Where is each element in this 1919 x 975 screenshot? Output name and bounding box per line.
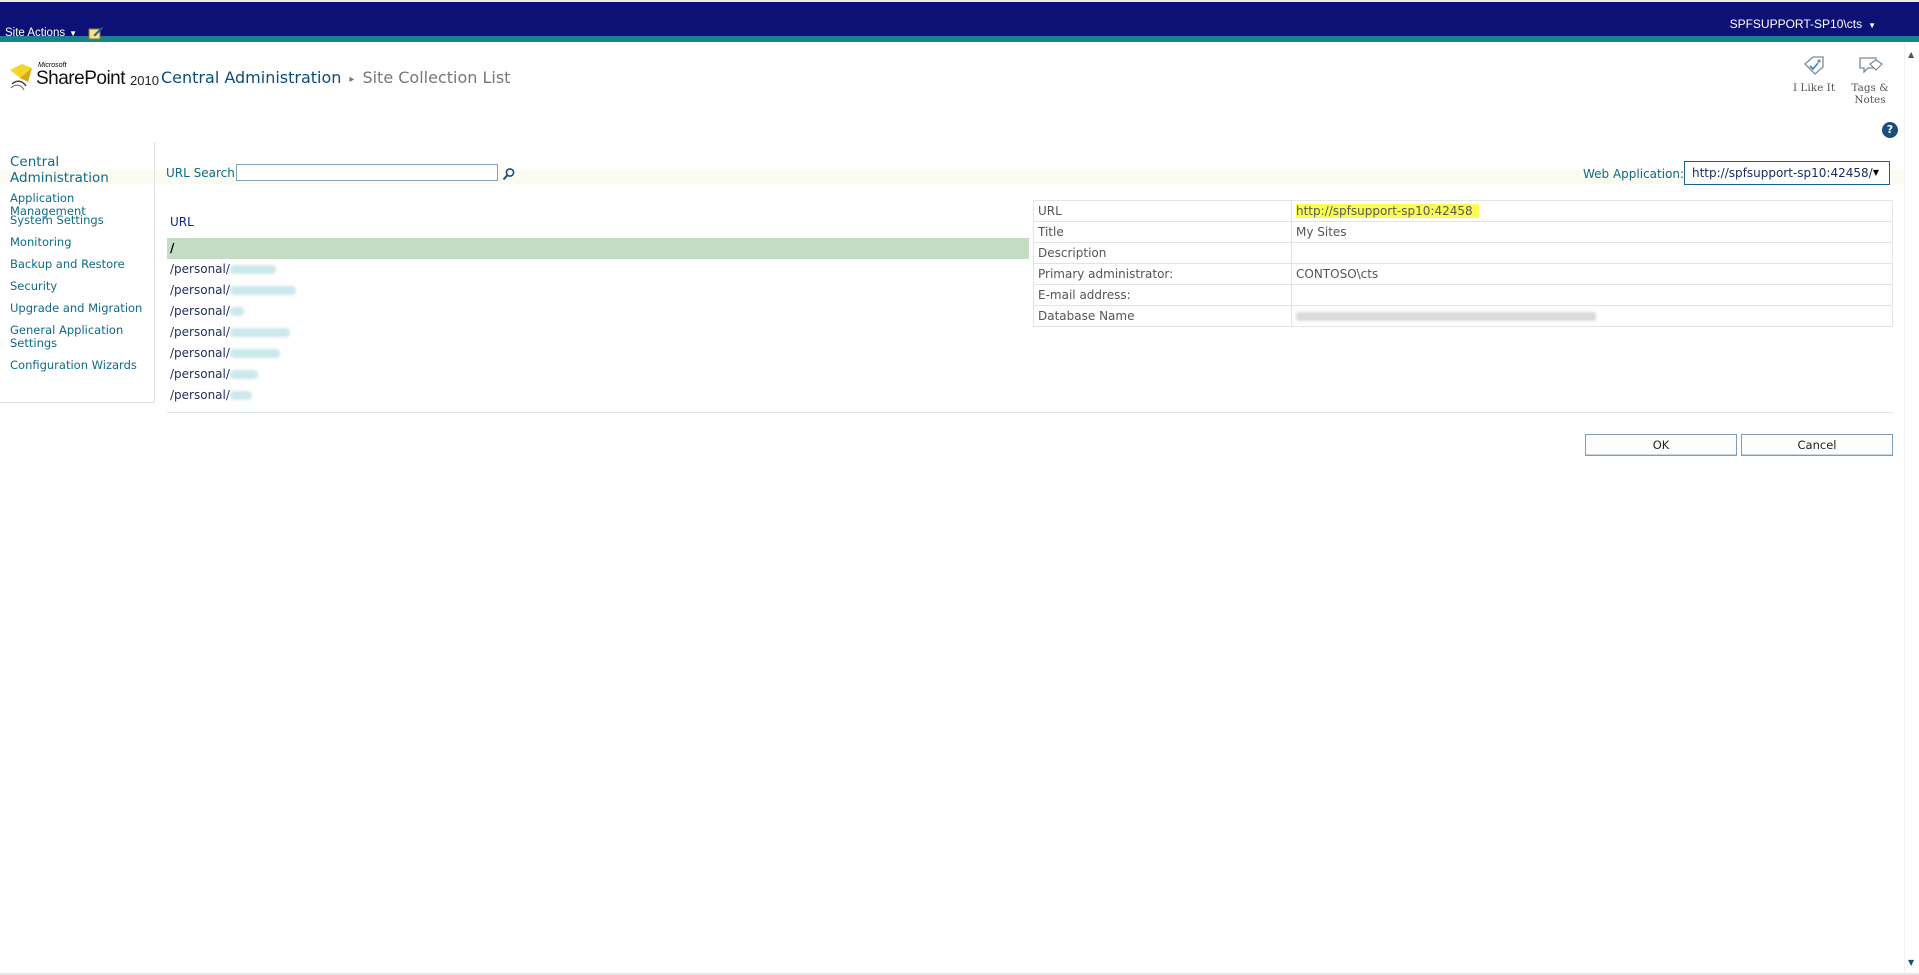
redacted-text xyxy=(229,328,290,337)
table-row: Description xyxy=(1033,242,1893,264)
notes-label: Notes xyxy=(1854,94,1886,106)
table-row: URL http://spfsupport-sp10:42458 xyxy=(1033,200,1893,222)
list-item[interactable]: /personal/ xyxy=(167,301,1029,322)
web-application-label: Web Application: xyxy=(1583,167,1685,181)
site-actions-menu[interactable]: Site Actions ▼ xyxy=(5,27,77,39)
page-title: Site Collection List xyxy=(362,68,511,87)
list-item[interactable]: /personal/ xyxy=(167,385,1029,406)
table-row: E-mail address: xyxy=(1033,284,1893,306)
table-row: Title My Sites xyxy=(1033,221,1893,243)
chevron-down-icon: ▼ xyxy=(1868,21,1876,30)
breadcrumb-separator-icon: ▸ xyxy=(349,74,355,85)
redacted-text xyxy=(1296,312,1596,321)
i-like-it-button[interactable]: I Like It xyxy=(1784,54,1844,94)
property-label: Database Name xyxy=(1033,305,1292,327)
nav-upgrade-and-migration[interactable]: Upgrade and Migration xyxy=(10,302,150,315)
list-item-url: /personal/ xyxy=(170,325,230,339)
tags-notes-button[interactable]: Tags & Notes xyxy=(1840,54,1900,106)
top-bar: Site Actions ▼ SPFSUPPORT-SP10\cts ▼ xyxy=(0,0,1919,42)
site-collection-list: / /personal/ /personal/ /personal/ /pers… xyxy=(167,238,1029,406)
tags-notes-icon xyxy=(1859,57,1883,74)
user-menu[interactable]: SPFSUPPORT-SP10\cts ▼ xyxy=(1730,17,1876,31)
edit-page-icon[interactable] xyxy=(88,26,104,40)
nav-backup-and-restore[interactable]: Backup and Restore xyxy=(10,258,150,271)
scroll-up-icon[interactable]: ▲ xyxy=(1908,50,1914,59)
url-value: http://spfsupport-sp10:42458 xyxy=(1296,204,1479,218)
web-application-select[interactable]: http://spfsupport-sp10:42458/ ▼ xyxy=(1684,161,1890,185)
redacted-text xyxy=(229,265,276,274)
chevron-down-icon: ▼ xyxy=(1872,168,1879,177)
nav-configuration-wizards[interactable]: Configuration Wizards xyxy=(10,359,150,372)
list-item-url: /personal/ xyxy=(170,304,230,318)
nav-central-administration[interactable]: Central Administration xyxy=(10,154,130,186)
list-item[interactable]: /personal/ xyxy=(167,322,1029,343)
nav-head-line1: Central xyxy=(10,154,60,170)
user-name: SPFSUPPORT-SP10\cts xyxy=(1729,17,1863,31)
title-area xyxy=(0,42,1904,184)
breadcrumb: Central Administration ▸ Site Collection L… xyxy=(161,68,510,87)
list-item-url: /personal/ xyxy=(170,388,230,402)
list-item[interactable]: /personal/ xyxy=(167,280,1029,301)
tags-label: Tags & xyxy=(1851,82,1889,94)
url-search-input[interactable] xyxy=(236,164,498,181)
nav-head-line2: Administration xyxy=(10,170,109,186)
tag-icon xyxy=(1804,56,1824,75)
nav-monitoring[interactable]: Monitoring xyxy=(10,236,150,249)
chevron-down-icon: ▼ xyxy=(69,29,78,38)
table-row: Database Name xyxy=(1033,305,1893,327)
property-value xyxy=(1291,242,1893,264)
list-item-url: /personal/ xyxy=(170,283,230,297)
property-label: E-mail address: xyxy=(1033,284,1292,306)
search-icon[interactable] xyxy=(502,167,516,181)
sharepoint-year: 2010 xyxy=(130,73,159,88)
property-value: My Sites xyxy=(1291,221,1893,243)
property-value-database xyxy=(1291,305,1893,327)
list-item[interactable]: /personal/ xyxy=(167,343,1029,364)
list-item-url: / xyxy=(170,241,175,255)
vertical-scrollbar[interactable]: ▲ ▼ xyxy=(1904,42,1919,975)
sharepoint-logo[interactable]: Microsoft SharePoint 2010 xyxy=(8,60,159,96)
site-properties-table: URL http://spfsupport-sp10:42458 Title M… xyxy=(1033,200,1893,327)
property-value: CONTOSO\cts xyxy=(1291,263,1893,285)
property-label: URL xyxy=(1033,200,1292,222)
left-navigation: Central Administration Application Manag… xyxy=(0,142,155,403)
list-item[interactable]: /personal/ xyxy=(167,259,1029,280)
nav-system-settings[interactable]: System Settings xyxy=(10,214,150,227)
redacted-text xyxy=(229,307,244,316)
cancel-button[interactable]: Cancel xyxy=(1741,434,1893,456)
nav-general-line2: Settings xyxy=(10,336,58,350)
redacted-text xyxy=(229,370,258,379)
nav-general-application-settings[interactable]: General Application Settings xyxy=(10,324,150,350)
nav-security[interactable]: Security xyxy=(10,280,150,293)
breadcrumb-root-link[interactable]: Central Administration xyxy=(161,68,341,87)
url-search-label: URL Search xyxy=(166,166,235,180)
list-item-url: /personal/ xyxy=(170,367,230,381)
sharepoint-label: SharePoint xyxy=(36,68,126,89)
list-item-url: /personal/ xyxy=(170,262,230,276)
web-application-value: http://spfsupport-sp10:42458/ xyxy=(1692,166,1873,180)
property-label: Title xyxy=(1033,221,1292,243)
property-label: Primary administrator: xyxy=(1033,263,1292,285)
top-edge xyxy=(0,0,1919,2)
redacted-text xyxy=(229,349,280,358)
url-column-header: URL xyxy=(170,215,194,229)
i-like-it-label: I Like It xyxy=(1792,82,1836,94)
redacted-text xyxy=(229,391,252,400)
property-value-url[interactable]: http://spfsupport-sp10:42458 xyxy=(1291,200,1893,222)
list-item-url: /personal/ xyxy=(170,346,230,360)
property-label: Description xyxy=(1033,242,1292,264)
site-actions-label: Site Actions xyxy=(5,27,66,39)
redacted-text xyxy=(229,286,296,295)
scroll-down-icon[interactable]: ▼ xyxy=(1908,958,1914,967)
ok-button[interactable]: OK xyxy=(1585,434,1737,456)
section-divider xyxy=(167,412,1893,413)
list-item[interactable]: / xyxy=(167,238,1029,259)
list-item[interactable]: /personal/ xyxy=(167,364,1029,385)
table-row: Primary administrator: CONTOSO\cts xyxy=(1033,263,1893,285)
sharepoint-logo-icon xyxy=(10,64,32,91)
property-value xyxy=(1291,284,1893,306)
help-icon[interactable]: ? xyxy=(1882,122,1898,138)
